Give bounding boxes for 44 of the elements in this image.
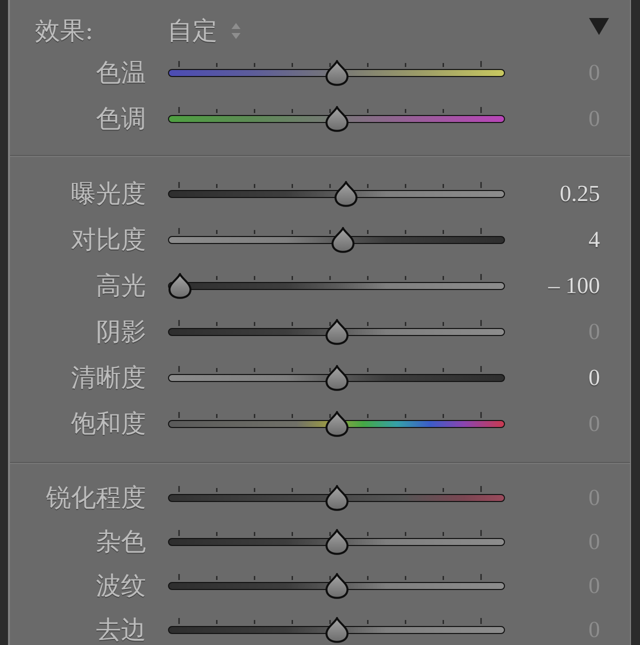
slider-label: 曝光度 [70, 181, 146, 207]
slider-track[interactable] [168, 485, 505, 511]
slider-label: 波纹 [95, 573, 146, 599]
slider-label: 色温 [95, 60, 146, 86]
slider-track[interactable] [168, 365, 505, 391]
collapse-triangle-icon[interactable] [589, 18, 609, 34]
slider-thumb[interactable] [324, 365, 348, 391]
slider-track[interactable] [168, 411, 505, 437]
slider-thumb[interactable] [324, 485, 348, 511]
slider-label: 阴影 [95, 319, 146, 345]
slider-thumb[interactable] [330, 227, 355, 253]
slider-value: – 100 [547, 273, 600, 299]
slider-track[interactable] [168, 106, 505, 132]
slider-track[interactable] [168, 227, 505, 253]
slider-label: 高光 [95, 273, 146, 299]
slider-value: 4 [588, 227, 600, 253]
slider-label: 色调 [95, 106, 146, 132]
slider-thumb[interactable] [324, 319, 348, 345]
slider-value: 0.25 [558, 181, 600, 207]
preset-dropdown[interactable]: 自定 [167, 16, 242, 46]
slider-track[interactable] [168, 617, 505, 643]
slider-thumb[interactable] [324, 106, 348, 132]
slider-label: 饱和度 [70, 411, 146, 437]
slider-thumb[interactable] [168, 273, 192, 299]
stepper-icon [231, 22, 242, 40]
slider-track[interactable] [168, 529, 505, 555]
slider-thumb[interactable] [324, 529, 348, 555]
slider-track[interactable] [168, 573, 505, 599]
slider-thumb[interactable] [334, 181, 358, 207]
slider-label: 清晰度 [70, 365, 146, 391]
effect-label: 效果: [35, 16, 94, 46]
slider-track[interactable] [168, 60, 505, 86]
slider-thumb[interactable] [324, 573, 348, 599]
slider-label: 杂色 [95, 529, 146, 555]
slider-thumb[interactable] [324, 60, 348, 86]
slider-value: 0 [588, 365, 600, 391]
slider-label: 锐化程度 [45, 485, 146, 511]
slider-thumb[interactable] [324, 411, 348, 437]
slider-label: 对比度 [70, 227, 146, 253]
slider-track[interactable] [168, 181, 505, 207]
slider-track[interactable] [168, 319, 505, 345]
slider-thumb[interactable] [324, 617, 348, 643]
slider-label: 去边 [95, 617, 146, 643]
slider-track[interactable] [168, 273, 505, 299]
